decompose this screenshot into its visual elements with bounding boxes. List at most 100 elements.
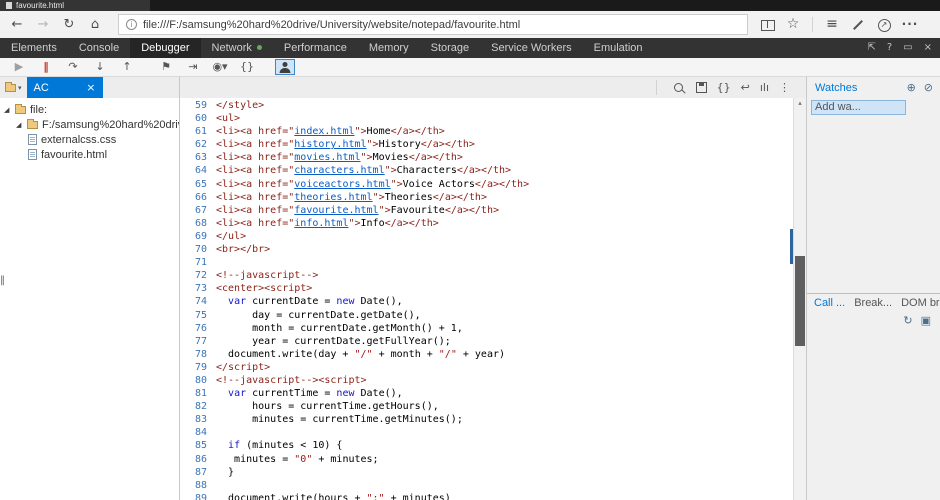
line-number[interactable]: 78 (180, 348, 216, 361)
step-into-icon[interactable]: ↓ (89, 58, 111, 76)
tab-call-stack[interactable]: Call ... (814, 297, 845, 309)
tab-performance[interactable]: Performance (273, 38, 358, 58)
line-number[interactable]: 64 (180, 164, 216, 177)
line-number[interactable]: 87 (180, 466, 216, 479)
find-icon[interactable] (673, 81, 686, 95)
line-number[interactable]: 62 (180, 138, 216, 151)
line-number[interactable]: 84 (180, 426, 216, 439)
format-source-icon[interactable]: {} (717, 77, 731, 98)
line-number[interactable]: 69 (180, 230, 216, 243)
line-number[interactable]: 61 (180, 125, 216, 138)
tree-item[interactable]: favourite.html (0, 147, 179, 162)
address-bar[interactable]: file:///F:/samsung%20hard%20drive/Univer… (118, 14, 748, 35)
line-number[interactable]: 65 (180, 178, 216, 191)
add-favorite-star-icon[interactable] (780, 11, 806, 38)
tab-debugger[interactable]: Debugger (130, 38, 201, 58)
tab-breakpoints[interactable]: Break... (854, 297, 892, 309)
line-number[interactable]: 63 (180, 151, 216, 164)
source-link[interactable]: movies.html (294, 152, 360, 163)
line-number[interactable]: 70 (180, 243, 216, 256)
home-icon[interactable] (82, 11, 108, 38)
exception-control-icon[interactable]: ◉▾ (209, 58, 231, 76)
tree-item[interactable]: externalcss.css (0, 132, 179, 147)
help-icon[interactable]: ? (887, 38, 892, 58)
share-icon[interactable] (871, 11, 897, 38)
dock-icon[interactable]: ▭ (903, 38, 912, 58)
scrollbar-thumb[interactable] (795, 256, 805, 346)
tab-console[interactable]: Console (68, 38, 130, 58)
run-to-cursor-icon[interactable]: ⇥ (182, 58, 204, 76)
close-devtools-icon[interactable]: × (924, 38, 932, 58)
line-number[interactable]: 59 (180, 99, 216, 112)
web-notes-pen-icon[interactable] (845, 11, 871, 38)
continue-icon[interactable]: ▶ (8, 58, 30, 76)
reading-view-icon[interactable] (754, 11, 780, 38)
source-link[interactable]: theories.html (294, 192, 372, 203)
tab-elements[interactable]: Elements (0, 38, 68, 58)
editor-scrollbar[interactable] (793, 98, 806, 500)
add-watch-input[interactable]: Add wa... (811, 100, 906, 115)
source-link[interactable]: index.html (294, 126, 354, 137)
save-icon[interactable] (695, 82, 707, 93)
expander-icon[interactable] (4, 106, 11, 114)
add-watch-icon[interactable]: ⊕ (907, 81, 916, 94)
expander-icon[interactable] (16, 121, 23, 129)
tab-dom-breakpoints[interactable]: DOM brea... (901, 297, 940, 309)
pretty-print-icon[interactable]: {} (236, 58, 258, 76)
step-out-icon[interactable]: ↑ (116, 58, 138, 76)
line-number[interactable]: 77 (180, 335, 216, 348)
forward-icon[interactable] (30, 11, 56, 38)
open-file-picker[interactable] (5, 82, 22, 92)
line-number[interactable]: 86 (180, 453, 216, 466)
break-on-new-worker-icon[interactable]: ⚑ (155, 58, 177, 76)
tab-storage[interactable]: Storage (420, 38, 481, 58)
line-number[interactable]: 73 (180, 282, 216, 295)
line-number[interactable]: 67 (180, 204, 216, 217)
back-icon[interactable] (4, 11, 30, 38)
just-my-code-icon[interactable] (275, 59, 295, 75)
url-text[interactable]: file:///F:/samsung%20hard%20drive/Univer… (143, 19, 520, 31)
tree-item[interactable]: F:/samsung%20hard%20drive/Univers (0, 117, 179, 132)
line-number[interactable]: 88 (180, 479, 216, 492)
word-wrap-icon[interactable]: ↩ (741, 77, 750, 98)
scroll-up-icon[interactable] (794, 98, 806, 109)
line-number[interactable]: 66 (180, 191, 216, 204)
line-number[interactable]: 75 (180, 309, 216, 322)
source-link[interactable]: voiceactors.html (294, 179, 390, 190)
line-number[interactable]: 82 (180, 400, 216, 413)
source-link[interactable]: history.html (294, 139, 366, 150)
source-link[interactable]: characters.html (294, 165, 384, 176)
line-number[interactable]: 74 (180, 295, 216, 308)
tab-network[interactable]: Network (201, 38, 273, 58)
refresh-icon[interactable] (56, 11, 82, 38)
close-tab-icon[interactable] (86, 81, 95, 94)
more-actions-icon[interactable] (897, 11, 923, 38)
page-info-icon[interactable] (126, 19, 137, 30)
line-number[interactable]: 76 (180, 322, 216, 335)
document-tab[interactable]: AC (26, 77, 103, 98)
tab-emulation[interactable]: Emulation (583, 38, 654, 58)
tab-service-workers[interactable]: Service Workers (480, 38, 582, 58)
line-number[interactable]: 68 (180, 217, 216, 230)
line-number[interactable]: 60 (180, 112, 216, 125)
line-number[interactable]: 81 (180, 387, 216, 400)
callstack-frames-icon[interactable]: ▣ (921, 314, 931, 327)
source-link[interactable]: info.html (294, 218, 348, 229)
hub-icon[interactable] (819, 11, 845, 38)
line-number[interactable]: 71 (180, 256, 216, 269)
tree-item[interactable]: file: (0, 102, 179, 117)
line-number[interactable]: 80 (180, 374, 216, 387)
async-callstack-icon[interactable]: ↻ (903, 314, 912, 327)
source-link[interactable]: favourite.html (294, 205, 378, 216)
break-icon[interactable]: ‖ (35, 58, 57, 76)
line-number[interactable]: 89 (180, 492, 216, 500)
line-number[interactable]: 83 (180, 413, 216, 426)
more-options-icon[interactable]: ⋮ (779, 77, 790, 98)
undock-icon[interactable]: ⇱ (867, 38, 875, 58)
line-number[interactable]: 79 (180, 361, 216, 374)
line-number[interactable]: 85 (180, 439, 216, 452)
tab-memory[interactable]: Memory (358, 38, 420, 58)
step-over-icon[interactable]: ↷ (62, 58, 84, 76)
panel-splitter-handle[interactable] (0, 269, 6, 293)
browser-tab[interactable]: favourite.html (0, 0, 150, 11)
